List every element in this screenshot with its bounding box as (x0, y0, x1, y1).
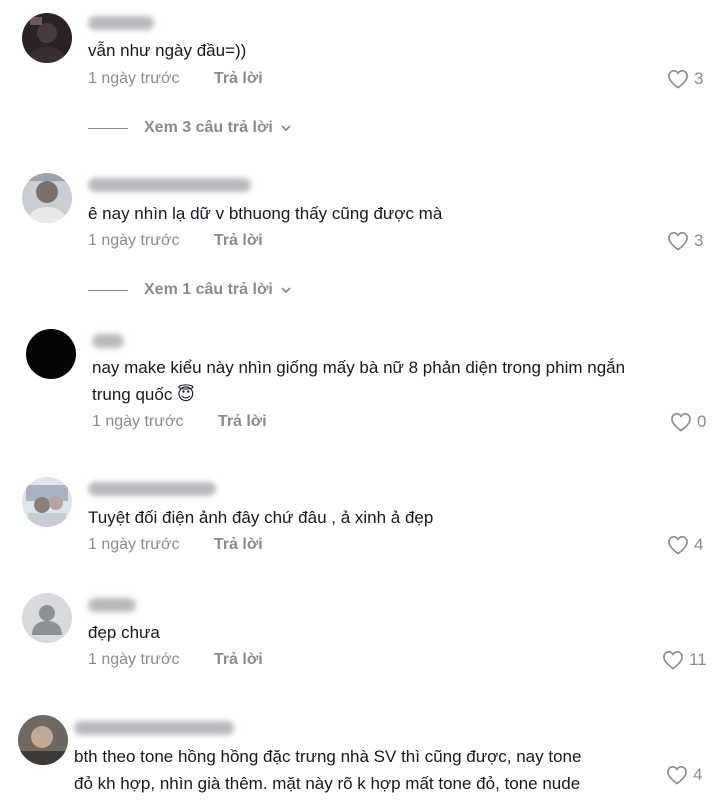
comment-meta: 1 ngày trước Trả lời (88, 232, 263, 250)
comment-time: 1 ngày trước (88, 651, 180, 668)
default-person-avatar-icon (22, 593, 72, 643)
username-blurred[interactable] (88, 16, 154, 30)
comment-text: ê nay nhìn lạ dữ v bthuong thấy cũng đượ… (88, 200, 442, 227)
heart-outline-icon (668, 535, 688, 555)
comment-text: vẫn như ngày đầu=)) (88, 37, 246, 64)
comment-time: 1 ngày trước (88, 232, 180, 249)
user-photo-avatar-icon (18, 715, 68, 765)
comment-text-line: đẹp chưa (88, 623, 160, 642)
comment-meta: 1 ngày trước Trả lời (88, 651, 263, 669)
heart-outline-icon (668, 231, 688, 251)
reply-button[interactable]: Trả lời (214, 536, 263, 553)
username-blurred[interactable] (88, 598, 136, 612)
user-avatar[interactable] (22, 173, 72, 223)
view-replies-label: Xem 3 câu trả lời (144, 119, 273, 136)
comment-time: 1 ngày trước (92, 413, 184, 430)
comment-meta: 1 ngày trước Trả lời (88, 70, 263, 88)
comment-item: vẫn như ngày đầu=)) 1 ngày trước Trả lời… (0, 0, 725, 160)
like-button[interactable]: 11 (662, 650, 707, 670)
user-avatar[interactable] (22, 13, 72, 63)
comment-item: nay make kiểu này nhìn giống mấy bà nữ 8… (0, 320, 725, 470)
like-count: 4 (694, 535, 704, 554)
comment-item: ê nay nhìn lạ dữ v bthuong thấy cũng đượ… (0, 160, 725, 320)
user-photo-avatar-icon (22, 173, 72, 223)
comment-text-line: bth theo tone hồng hồng đặc trưng nhà SV… (74, 747, 582, 766)
heart-outline-icon (667, 765, 687, 785)
username-blurred[interactable] (88, 178, 251, 192)
view-replies-button[interactable]: Xem 1 câu trả lời (88, 281, 292, 299)
user-avatar[interactable] (22, 477, 72, 527)
reply-button[interactable]: Trả lời (214, 232, 263, 249)
username-blurred[interactable] (92, 334, 124, 348)
comment-text: đẹp chưa (88, 619, 160, 646)
user-avatar[interactable] (18, 715, 68, 765)
like-count: 0 (697, 412, 707, 431)
like-button[interactable]: 0 (670, 412, 706, 432)
chevron-down-icon (281, 287, 291, 294)
like-count: 11 (689, 650, 707, 669)
comment-text-line: trung quốc 😇 (92, 385, 195, 404)
like-count: 3 (694, 69, 704, 88)
comment-meta: 1 ngày trước Trả lời (88, 536, 263, 554)
heart-outline-icon (671, 412, 691, 432)
chevron-down-icon (281, 125, 291, 132)
comment-item: Tuyệt đối điện ảnh đây chứ đâu , ả xinh … (0, 470, 725, 585)
heart-outline-icon (663, 650, 683, 670)
like-button[interactable]: 4 (667, 535, 703, 555)
reply-button[interactable]: Trả lời (214, 651, 263, 668)
reply-button[interactable]: Trả lời (218, 413, 267, 430)
like-button[interactable]: 3 (667, 69, 703, 89)
comment-time: 1 ngày trước (88, 536, 180, 553)
comment-meta: 1 ngày trước Trả lời (92, 413, 267, 431)
black-avatar-icon (26, 329, 76, 379)
comment-text: Tuyệt đối điện ảnh đây chứ đâu , ả xinh … (88, 504, 433, 531)
comment-text-line: vẫn như ngày đầu=)) (88, 41, 247, 60)
user-photo-avatar-icon (22, 477, 72, 527)
like-count: 3 (694, 231, 704, 250)
like-count: 4 (693, 765, 703, 784)
username-blurred[interactable] (74, 721, 234, 735)
username-blurred[interactable] (88, 482, 216, 496)
view-replies-label: Xem 1 câu trả lời (144, 281, 273, 298)
comment-text-line: Tuyệt đối điện ảnh đây chứ đâu , ả xinh … (88, 508, 434, 527)
like-button[interactable]: 4 (666, 765, 702, 785)
comment-text: bth theo tone hồng hồng đặc trưng nhà SV… (74, 743, 581, 797)
like-button[interactable]: 3 (667, 231, 703, 251)
user-photo-avatar-icon (22, 13, 72, 63)
comment-time: 1 ngày trước (88, 70, 180, 87)
divider-line (88, 289, 128, 291)
comment-text-line: nay make kiểu này nhìn giống mấy bà nữ 8… (92, 358, 626, 377)
comment-text-line: ê nay nhìn lạ dữ v bthuong thấy cũng đượ… (88, 204, 443, 223)
comment-item: bth theo tone hồng hồng đặc trưng nhà SV… (0, 700, 725, 800)
view-replies-button[interactable]: Xem 3 câu trả lời (88, 119, 292, 137)
reply-button[interactable]: Trả lời (214, 70, 263, 87)
comment-item: đẹp chưa 1 ngày trước Trả lời 11 (0, 585, 725, 700)
divider-line (88, 127, 128, 129)
comment-text-line: đỏ kh hợp, nhìn già thêm. mặt này rõ k h… (74, 774, 581, 793)
user-avatar[interactable] (26, 329, 76, 379)
heart-outline-icon (668, 69, 688, 89)
user-avatar[interactable] (22, 593, 72, 643)
comment-text: nay make kiểu này nhìn giống mấy bà nữ 8… (92, 354, 625, 408)
